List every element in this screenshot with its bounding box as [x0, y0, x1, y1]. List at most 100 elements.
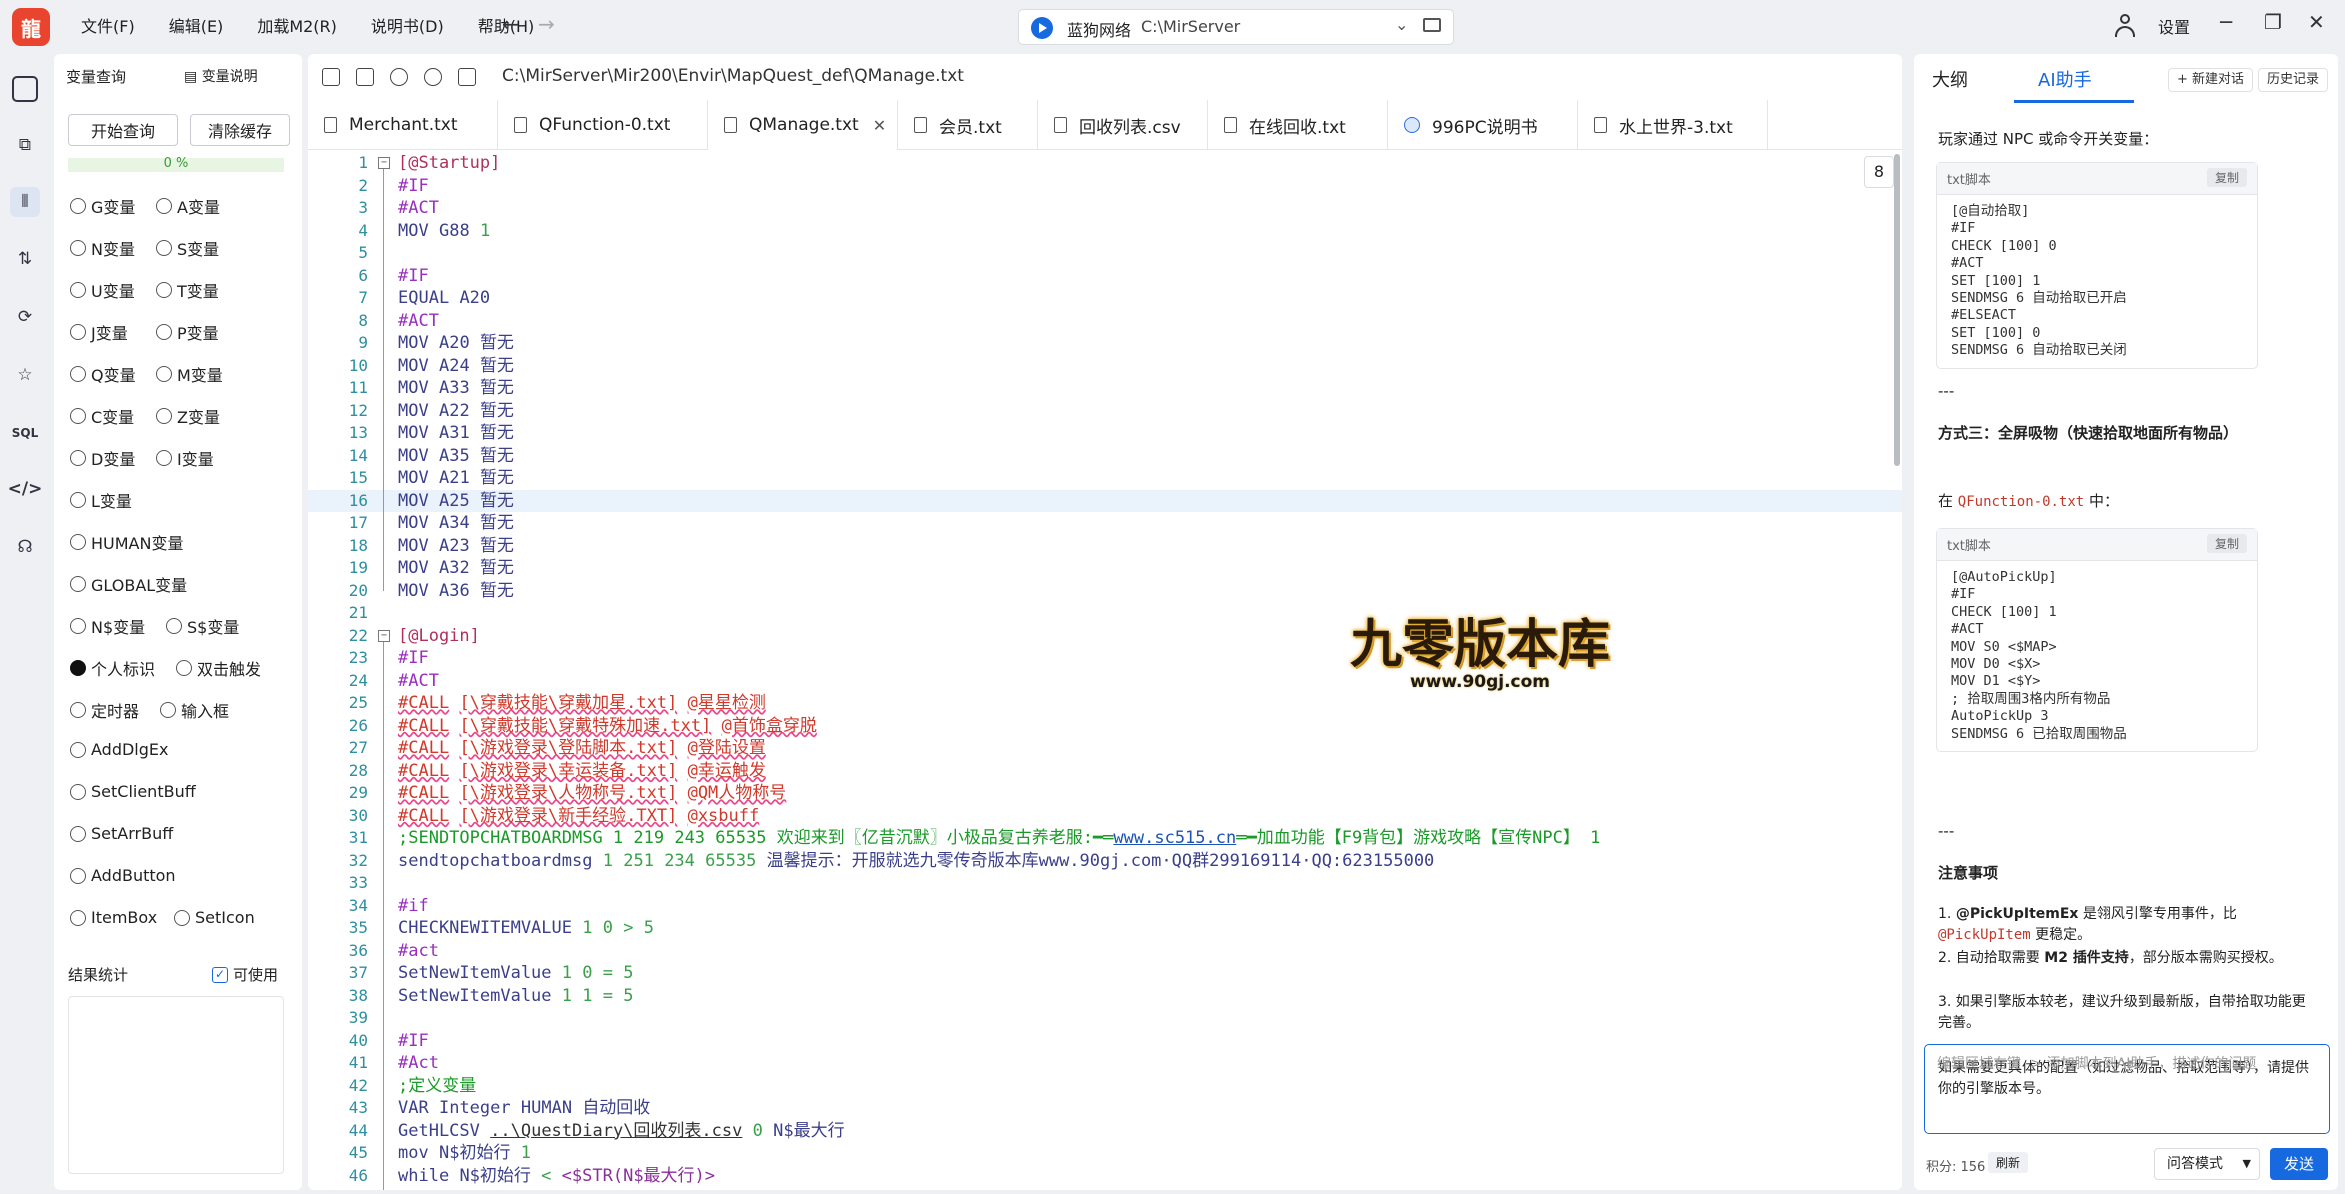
settings-button[interactable]: 设置	[2158, 14, 2190, 38]
code-line[interactable]: 26 #CALL [\穿戴技能\穿戴特殊加速.txt] @首饰盒穿脱	[308, 715, 1902, 738]
code-line[interactable]: 22− [@Login]	[308, 625, 1902, 648]
radio-timer[interactable]: 定时器	[70, 698, 139, 722]
tab-member[interactable]: 会员.txt	[898, 100, 1038, 150]
headset-icon[interactable]: ☊	[10, 532, 40, 562]
code-line[interactable]: 36 #act	[308, 940, 1902, 963]
code-line[interactable]: 4 MOV G88 1	[308, 220, 1902, 243]
radio-seticon[interactable]: SetIcon	[174, 908, 255, 927]
code-line[interactable]: 30 #CALL [\游戏登录\新手经验.TXT] @xsbuff	[308, 805, 1902, 828]
tab-merchant[interactable]: Merchant.txt	[308, 100, 498, 150]
code-line[interactable]: 37 SetNewItemValue 1 0 = 5	[308, 962, 1902, 985]
radio-d-var[interactable]: D变量	[70, 446, 135, 470]
code-icon[interactable]: </>	[8, 474, 43, 504]
code-line[interactable]: 39	[308, 1007, 1902, 1030]
new-chat-button[interactable]: + 新建对话	[2168, 68, 2254, 92]
send-button[interactable]: 发送	[2270, 1148, 2328, 1180]
code-line[interactable]: 32 sendtopchatboardmsg 1 251 234 65535 温馨…	[308, 850, 1902, 873]
code-line[interactable]: 27 #CALL [\游戏登录\登陆脚本.txt] @登陆设置	[308, 737, 1902, 760]
radio-double-click[interactable]: 双击触发	[176, 656, 261, 680]
code-line[interactable]: 21	[308, 602, 1902, 625]
sql-icon[interactable]: SQL	[10, 418, 40, 448]
radio-z-var[interactable]: Z变量	[156, 404, 220, 428]
code-line[interactable]: 12 MOV A22 暂无	[308, 400, 1902, 423]
code-line[interactable]: 9 MOV A20 暂无	[308, 332, 1902, 355]
radio-input-box[interactable]: 输入框	[160, 698, 229, 722]
radio-n-var[interactable]: N变量	[70, 236, 135, 260]
radio-n-dollar-var[interactable]: N$变量	[70, 614, 145, 638]
code-line[interactable]: 19 MOV A32 暂无	[308, 557, 1902, 580]
radio-p-var[interactable]: P变量	[156, 320, 219, 344]
code-line[interactable]: 5	[308, 242, 1902, 265]
clear-cache-button[interactable]: 清除缓存	[190, 114, 290, 146]
code-line[interactable]: 33	[308, 872, 1902, 895]
code-line[interactable]: 20 MOV A36 暂无	[308, 580, 1902, 603]
tab-outline[interactable]: 大纲	[1932, 66, 1968, 92]
refresh-button[interactable]: 刷新	[1988, 1152, 2029, 1173]
tab-qmanage[interactable]: QManage.txt ✕	[708, 100, 898, 150]
radio-human-var[interactable]: HUMAN变量	[70, 530, 183, 554]
code-line[interactable]: 7 EQUAL A20	[308, 287, 1902, 310]
code-line[interactable]: 2 #IF	[308, 175, 1902, 198]
radio-i-var[interactable]: I变量	[156, 446, 214, 470]
variable-query-icon[interactable]: ⫴	[10, 187, 40, 217]
radio-addbutton[interactable]: AddButton	[70, 866, 176, 885]
tab-qfunction[interactable]: QFunction-0.txt	[498, 100, 708, 150]
code-line[interactable]: 40 #IF	[308, 1030, 1902, 1053]
server-selector[interactable]: 蓝狗网络 C:\MirServer ⌄	[1018, 9, 1454, 45]
tab-996pc-manual[interactable]: 996PC说明书	[1388, 100, 1578, 150]
tab-online-recycle[interactable]: 在线回收.txt	[1208, 100, 1388, 150]
code-line[interactable]: 38 SetNewItemValue 1 1 = 5	[308, 985, 1902, 1008]
code-line[interactable]: 35 CHECKNEWITEMVALUE 1 0 > 5	[308, 917, 1902, 940]
code-line[interactable]: 31 ;SENDTOPCHATBOARDMSG 1 219 243 65535 欢…	[308, 827, 1902, 850]
code-line[interactable]: 10 MOV A24 暂无	[308, 355, 1902, 378]
star-icon[interactable]: ☆	[10, 360, 40, 390]
radio-a-var[interactable]: A变量	[156, 194, 220, 218]
code-line[interactable]: 45 mov N$初始行 1	[308, 1142, 1902, 1165]
menu-manual[interactable]: 说明书(D)	[354, 14, 461, 40]
radio-t-var[interactable]: T变量	[156, 278, 219, 302]
chevron-down-icon[interactable]: ⌄	[1395, 15, 1408, 34]
blocks-icon[interactable]: ⧉	[10, 130, 40, 160]
code-line[interactable]: 15 MOV A21 暂无	[308, 467, 1902, 490]
radio-personal-id[interactable]: 个人标识	[70, 656, 155, 680]
code-line[interactable]: 28 #CALL [\游戏登录\幸运装备.txt] @幸运触发	[308, 760, 1902, 783]
folder-explorer-icon[interactable]	[12, 76, 38, 102]
radio-setclientbuff[interactable]: SetClientBuff	[70, 782, 196, 801]
code-line[interactable]: 17 MOV A34 暂无	[308, 512, 1902, 535]
code-line[interactable]: 13 MOV A31 暂无	[308, 422, 1902, 445]
radio-c-var[interactable]: C变量	[70, 404, 134, 428]
code-line[interactable]: 1− [@Startup]	[308, 152, 1902, 175]
radio-global-var[interactable]: GLOBAL变量	[70, 572, 187, 596]
radio-s-dollar-var[interactable]: S$变量	[166, 614, 239, 638]
radio-j-var[interactable]: J变量	[70, 320, 128, 344]
code-line[interactable]: 41 #Act	[308, 1052, 1902, 1075]
forward-arrow-icon[interactable]: →	[538, 12, 555, 36]
radio-itembox[interactable]: ItemBox	[70, 908, 157, 927]
save-all-icon[interactable]	[356, 68, 374, 86]
usable-checkbox[interactable]: ✓ 可使用	[212, 964, 278, 985]
tab-ai-assistant[interactable]: AI助手	[2038, 66, 2092, 92]
format-icon[interactable]	[390, 68, 408, 86]
code-line[interactable]: 24 #ACT	[308, 670, 1902, 693]
bookmark-icon[interactable]	[458, 68, 476, 86]
refresh-box-icon[interactable]: ⟳	[10, 302, 40, 332]
code-area[interactable]: 1− [@Startup] 2 #IF 3 #ACT 4 MOV G88 1 5 6 #IF 7 EQU…	[308, 152, 1902, 1190]
menu-file[interactable]: 文件(F)	[64, 14, 152, 40]
code-line[interactable]: 18 MOV A23 暂无	[308, 535, 1902, 558]
back-arrow-icon[interactable]: ←	[502, 12, 519, 36]
radio-g-var[interactable]: G变量	[70, 194, 135, 218]
save-icon[interactable]	[322, 68, 340, 86]
start-query-button[interactable]: 开始查询	[68, 114, 178, 146]
radio-s-var[interactable]: S变量	[156, 236, 219, 260]
menu-edit[interactable]: 编辑(E)	[152, 14, 241, 40]
radio-m-var[interactable]: M变量	[156, 362, 223, 386]
variable-help-link[interactable]: ▤ 变量说明	[184, 66, 258, 86]
code-line[interactable]: 23 #IF	[308, 647, 1902, 670]
tab-recycle-list[interactable]: 回收列表.csv	[1038, 100, 1208, 150]
code-line[interactable]: 42 ;定义变量	[308, 1075, 1902, 1098]
editor-scrollbar[interactable]	[1894, 154, 1900, 466]
close-tab-icon[interactable]: ✕	[873, 116, 886, 135]
folder-icon[interactable]	[1423, 18, 1441, 32]
code-line[interactable]: 46 while N$初始行 < <$STR(N$最大行)>	[308, 1165, 1902, 1188]
mode-select[interactable]: 问答模式 ▼	[2154, 1148, 2260, 1180]
